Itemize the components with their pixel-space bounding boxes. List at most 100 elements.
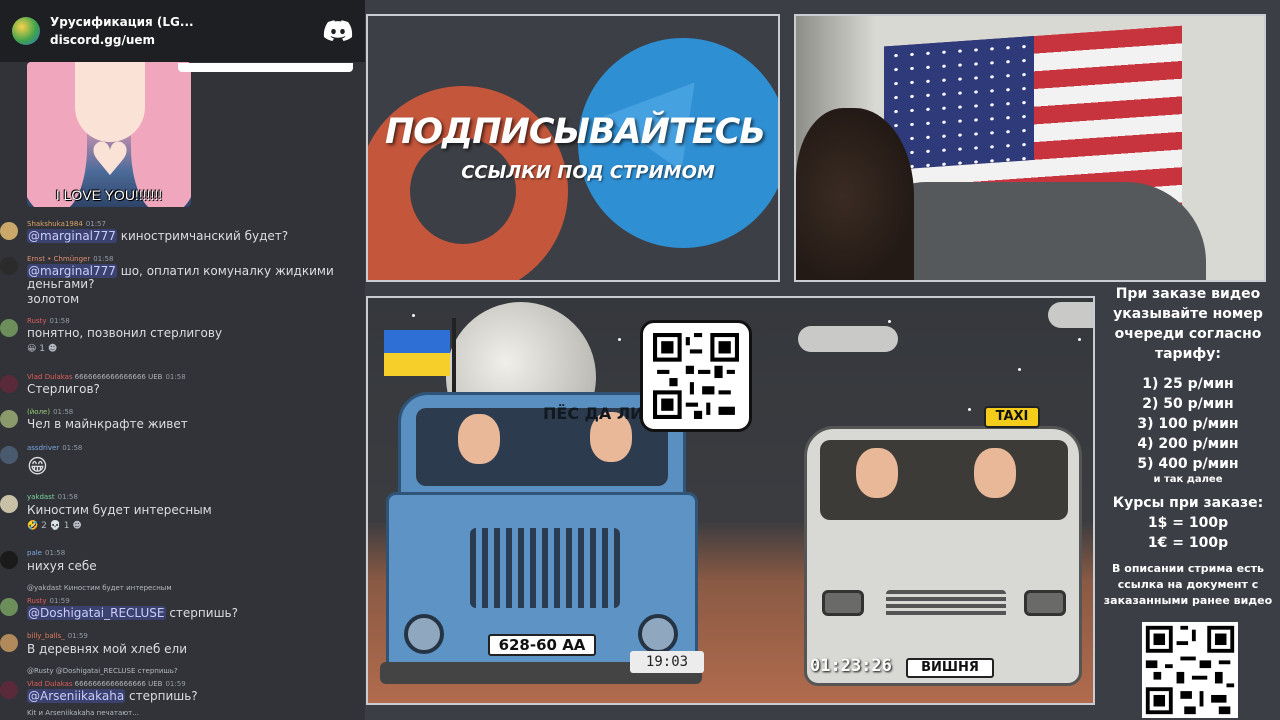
message-author[interactable]: pale: [27, 549, 42, 557]
cloud: [798, 326, 898, 352]
message-text: Киностим будет интересным: [27, 503, 212, 517]
message-time: 01:58: [93, 255, 114, 263]
message-author[interactable]: Vlad Dulakas: [27, 373, 73, 381]
user-avatar[interactable]: [0, 681, 18, 699]
reaction-emoji-icon[interactable]: 🤣: [27, 521, 41, 531]
server-info: Урусификация (LG... discord.gg/uem: [50, 15, 323, 47]
truck-license-plate: 628-60 AA: [488, 634, 596, 656]
star-icon: [1078, 338, 1081, 341]
message-text: стерпишь?: [165, 606, 238, 620]
reaction-bar[interactable]: 😀 1 ☻: [27, 344, 57, 354]
user-avatar[interactable]: [0, 634, 18, 652]
star-icon: [618, 338, 621, 341]
qr-code-icon: [653, 333, 739, 419]
user-mention[interactable]: @marginal777: [27, 264, 117, 278]
discord-logo-icon: [323, 20, 353, 41]
queue-timer: 19:03: [630, 651, 704, 673]
message-author[interactable]: Ernst • Chmünger: [27, 255, 90, 263]
truck-headlight: [404, 614, 444, 654]
user-avatar[interactable]: [0, 551, 18, 569]
notification-strip: [178, 63, 353, 72]
user-avatar[interactable]: [0, 446, 18, 464]
message-meta: (йоле) 01:58: [27, 408, 73, 416]
message-body: @Arseniikakaha стерпишь?: [27, 689, 357, 703]
message-text: Чел в майнкрафте живет: [27, 417, 188, 431]
message-time: 01:58: [62, 444, 83, 452]
user-avatar[interactable]: [0, 410, 18, 428]
donation-qr-code[interactable]: [1142, 622, 1238, 718]
user-avatar[interactable]: [0, 222, 18, 240]
van-license-plate: ВИШНЯ: [906, 658, 994, 678]
reply-reference[interactable]: @yakdast Киностим будет интересным: [27, 584, 172, 592]
user-avatar[interactable]: [0, 495, 18, 513]
message-author[interactable]: Shakshuka1984: [27, 220, 83, 228]
message-author[interactable]: assdriver: [27, 444, 59, 452]
add-reaction-icon[interactable]: ☻: [45, 344, 57, 354]
discord-chat-overlay: Урусификация (LG... discord.gg/uem ♥ I L…: [0, 0, 365, 720]
promo-panel: ПОДПИСЫВАЙТЕСЬ ССЫЛКИ ПОД СТРИМОМ: [366, 14, 780, 282]
user-mention[interactable]: @Doshigatai_RECLUSE: [27, 606, 166, 620]
message-text: В деревнях мой хлеб ели: [27, 642, 188, 656]
user-mention[interactable]: @marginal777: [27, 229, 117, 243]
gif-caption: I LOVE YOU!!!!!!!: [55, 187, 163, 203]
star-icon: [968, 408, 971, 411]
gif-embed[interactable]: ♥ I LOVE YOU!!!!!!!: [27, 62, 191, 207]
star-icon: [1018, 368, 1021, 371]
qr-code-bubble: [640, 320, 752, 432]
message-time: 01:58: [53, 408, 74, 416]
streamer-head: [796, 108, 914, 280]
message-meta: Vlad Dulakas 6666666666666666 UEB 01:59: [27, 680, 186, 688]
message-time: 01:58: [44, 549, 66, 557]
reaction-bar[interactable]: 🤣 2 💀 1 ☻: [27, 521, 82, 531]
user-avatar[interactable]: [0, 375, 18, 393]
reaction-emoji-icon[interactable]: 😀: [27, 344, 39, 354]
message-meta: Vlad Dulakas 6666666666666666 UEB 01:58: [27, 373, 186, 381]
server-invite-banner[interactable]: Урусификация (LG... discord.gg/uem: [0, 0, 365, 62]
message-author[interactable]: Vlad Dulakas: [27, 680, 73, 688]
star-icon: [888, 320, 891, 323]
truck-name-label: ПЁС ДА ЛИС: [543, 404, 656, 423]
flag-stripe-blue: [384, 330, 450, 353]
message-time: 01:59: [67, 632, 88, 640]
driver-face: [458, 414, 500, 464]
gif-face: [75, 62, 145, 142]
van-grille: [886, 590, 1006, 618]
message-time: 01:59: [49, 597, 70, 605]
message-author[interactable]: Rusty: [27, 317, 47, 325]
user-avatar[interactable]: [0, 257, 18, 275]
message-meta: yakdast 01:58: [27, 493, 78, 501]
message-author[interactable]: (йоле): [27, 408, 50, 416]
message-author[interactable]: Rusty: [27, 597, 47, 605]
message-body: @marginal777 шо, оплатил комуналку жидки…: [27, 264, 357, 291]
message-time: 01:59: [165, 680, 186, 688]
message-text: Стерлигов?: [27, 382, 100, 396]
qr-code-icon: [1142, 622, 1238, 718]
message-author[interactable]: billy_balls_: [27, 632, 65, 640]
server-invite-link[interactable]: discord.gg/uem: [50, 33, 323, 47]
stream-timer: 01:23:26: [810, 656, 892, 676]
message-body: @Doshigatai_RECLUSE стерпишь?: [27, 606, 357, 620]
price-tier: 3) 100 р/мин: [1137, 416, 1239, 432]
add-reaction-icon[interactable]: ☻: [69, 521, 81, 531]
server-name: Урусификация (LG...: [50, 15, 194, 29]
reaction-emoji-icon[interactable]: 💀: [47, 521, 64, 531]
taxi-roof-sign: TAXI: [984, 406, 1040, 428]
message-time: 01:57: [85, 220, 106, 228]
ukraine-flag: [384, 330, 450, 376]
van-headlight: [822, 590, 864, 616]
heart-hands-icon: ♥: [89, 132, 131, 186]
user-badge: 6666666666666666 UEB: [74, 680, 163, 688]
user-avatar[interactable]: [0, 598, 18, 616]
van-headlight: [1024, 590, 1066, 616]
price-header: При заказе видео указывайте номер очеред…: [1113, 286, 1263, 362]
reply-reference[interactable]: @Rusty @Doshigatai_RECLUSE стерпишь?: [27, 667, 178, 675]
message-text: нихуя себе: [27, 559, 97, 573]
user-badge: 6666666666666666 UEB: [74, 373, 163, 381]
message-text-continued: золотом: [27, 292, 80, 306]
price-sidebar: При заказе видео указывайте номер очеред…: [1096, 282, 1280, 720]
message-meta: Rusty 01:59: [27, 597, 70, 605]
user-avatar[interactable]: [0, 319, 18, 337]
rates-title: Курсы при заказе:: [1112, 495, 1264, 511]
message-author[interactable]: yakdast: [27, 493, 55, 501]
user-mention[interactable]: @Arseniikakaha: [27, 689, 126, 703]
